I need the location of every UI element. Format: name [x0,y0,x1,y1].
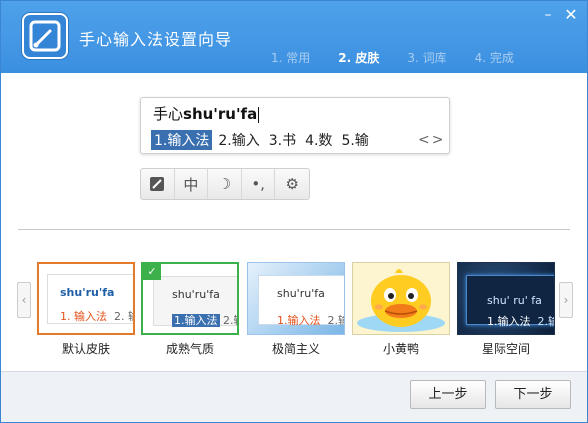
ime-status-toolbar: 中 ☽ •, ⚙ [140,168,310,200]
skin-name: 星际空间 [481,342,530,356]
candidate-item: 1.输入法 [151,130,213,150]
skin-preview-cand: 2.输入 [223,314,237,327]
skin-default[interactable]: shu'ru'fa 1. 输入法 2. 输 默认皮肤 [37,262,135,356]
step-skin[interactable]: 2. 皮肤 [338,49,379,66]
candidate-item: 2.输入 [218,133,260,149]
close-icon[interactable]: ✕ [562,7,580,23]
skin-preview-cand: 1.输入法 [487,315,531,328]
wizard-steps: 1. 常用 2. 皮肤 3. 词库 4. 完成 [271,49,514,66]
composition-pinyin: shu'ru'fa [183,105,258,123]
header-bar: 手心输入法设置向导 – ✕ 1. 常用 2. 皮肤 3. 词库 4. 完成 [1,1,587,73]
skin-preview-comp: shu'ru'fa [172,288,220,301]
moon-icon[interactable]: ☽ [208,169,242,199]
skin-preview-cand: 1. 输入法 [60,310,107,323]
punctuation-icon[interactable]: •, [242,169,276,199]
skin-preview-comp: shu'ru'fa [277,287,325,300]
skin-name: 极简主义 [271,342,320,356]
candidate-item: 4.数 [305,133,333,149]
skin-preview-cands: 1.输入法 2.输 [487,313,555,329]
skin-thumbnail: shu'ru'fa 1. 输入法 2. 输 [37,262,135,335]
minimize-icon[interactable]: – [539,7,557,23]
window-title: 手心输入法设置向导 [79,30,233,49]
skin-preview-comp: shu'ru'fa [60,286,115,299]
app-logo [22,13,68,59]
skin-preview-window: shu'ru'fa 1. 输入法 2. 输 [47,274,133,324]
step-common[interactable]: 1. 常用 [271,49,310,66]
candidate-window-preview: 手心shu'ru'fa 1.输入法 2.输入 3.书 4.数 5.输 <> [140,97,450,154]
skin-preview-cands: 1. 输入法 2. 输 [60,308,133,324]
selected-check-icon: ✓ [143,264,161,280]
skin-preview-cands: 1.输入法 2.输入 [277,312,345,328]
skin-minimalism[interactable]: shu'ru'fa 1.输入法 2.输入 极简主义 [247,262,345,356]
previous-step-button[interactable]: 上一步 [410,380,486,409]
scroll-left-button[interactable]: ‹ [17,282,31,318]
skin-thumbnail: shu' ru' fa 1.输入法 2.输 [457,262,555,335]
composition-prefix: 手心 [153,105,184,123]
scroll-right-button[interactable]: › [559,282,573,318]
skin-preview-cand: 2. 输 [114,310,133,323]
skin-preview-cand: 2.输 [537,315,555,328]
chinese-mode-button[interactable]: 中 [175,169,209,199]
skin-preview-comp: shu' ru' fa [487,294,542,307]
skin-preview-cands: 1.输入法 2.输入 [172,312,237,328]
skin-interstellar-space[interactable]: shu' ru' fa 1.输入法 2.输 星际空间 [457,262,555,356]
skin-preview-cand: 2.输入 [327,314,345,327]
candidate-list: 1.输入法 2.输入 3.书 4.数 5.输 [151,130,375,150]
skin-preview-window: shu'ru'fa 1.输入法 2.输入 [258,275,345,328]
skin-preview-window: shu'ru'fa 1.输入法 2.输入 [153,276,237,328]
duck-illustration [357,269,445,332]
skin-thumbnail: shu'ru'fa 1.输入法 2.输入 ✓ [141,262,239,335]
step-finish[interactable]: 4. 完成 [475,49,514,66]
skin-preview-cand: 1.输入法 [277,314,321,327]
skin-little-yellow-duck[interactable]: 小黄鸭 [352,262,450,356]
skin-thumbnail: shu'ru'fa 1.输入法 2.输入 [247,262,345,335]
skin-name: 默认皮肤 [61,342,110,356]
step-dictionary[interactable]: 3. 词库 [407,49,446,66]
gear-icon[interactable]: ⚙ [275,169,309,199]
skin-thumbnail [352,262,450,335]
skin-preview-window: shu' ru' fa 1.输入法 2.输 [466,275,554,328]
page-arrows-icon: <> [418,132,446,148]
setup-wizard-window: 手心输入法设置向导 – ✕ 1. 常用 2. 皮肤 3. 词库 4. 完成 手心… [0,0,588,423]
skin-name: 成熟气质 [165,342,214,356]
skin-name: 小黄鸭 [382,342,419,356]
skin-preview-cand: 1.输入法 [172,314,220,327]
candidate-item: 5.输 [341,133,369,149]
next-step-button[interactable]: 下一步 [495,380,571,409]
composition-text: 手心shu'ru'fa [153,103,260,124]
skin-mature[interactable]: shu'ru'fa 1.输入法 2.输入 ✓ 成熟气质 [141,262,239,356]
candidate-item: 3.书 [268,133,297,149]
divider [18,229,570,230]
text-caret [258,106,260,123]
skin-icon[interactable] [141,169,175,199]
